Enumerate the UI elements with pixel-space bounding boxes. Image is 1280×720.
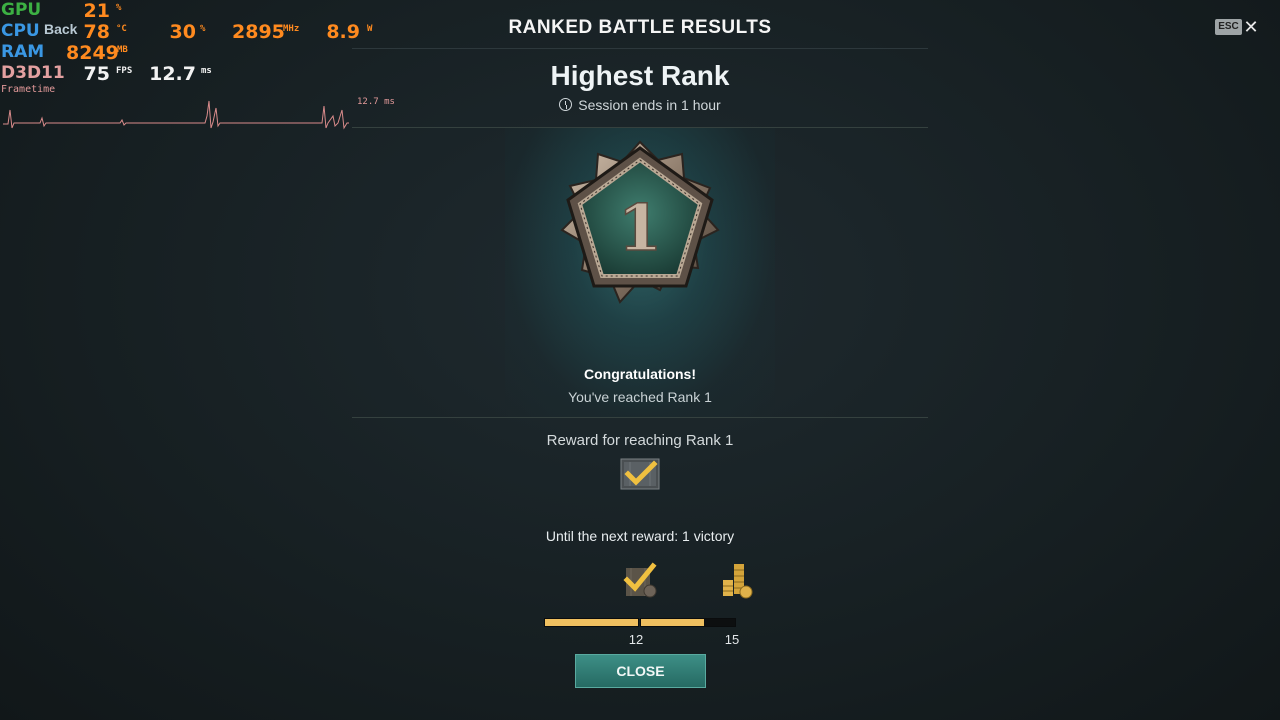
ram-label: RAM (1, 42, 45, 62)
progress-segment-1 (544, 618, 639, 627)
progress-tick-target: 15 (724, 632, 740, 647)
progress-fill-2 (641, 619, 704, 626)
ram-unit: MB (117, 45, 128, 55)
credits-coins-icon[interactable] (720, 562, 756, 600)
progress-fill-1 (545, 619, 638, 626)
congrats-heading: Congratulations! (584, 366, 696, 382)
gpu-load-unit: % (116, 3, 122, 13)
page-title: RANKED BATTLE RESULTS (508, 17, 772, 38)
reward-title: Reward for reaching Rank 1 (546, 432, 734, 449)
rank-number: 1 (618, 191, 663, 266)
session-info: Session ends in 1 hour (0, 97, 1280, 113)
progress-segment-2 (640, 618, 736, 627)
header-divider (352, 48, 928, 49)
rank-divider-bottom (352, 417, 928, 418)
clock-icon (559, 98, 573, 111)
next-reward-text: Until the next reward: 1 victory (545, 528, 735, 544)
progress-tick-current: 12 (628, 632, 644, 647)
close-icon[interactable]: ✕ (1243, 17, 1259, 37)
rank-reached-text: You've reached Rank 1 (568, 389, 712, 405)
rank-star-reward-icon[interactable] (620, 458, 660, 490)
rank-title: Highest Rank (550, 60, 730, 91)
session-text: Session ends in 1 hour (578, 97, 721, 113)
close-button[interactable]: CLOSE (575, 654, 706, 688)
esc-key-hint: ESC (1215, 19, 1242, 35)
rank-star-next-icon[interactable] (623, 562, 659, 600)
rank-badge-icon: 1 (560, 140, 720, 304)
